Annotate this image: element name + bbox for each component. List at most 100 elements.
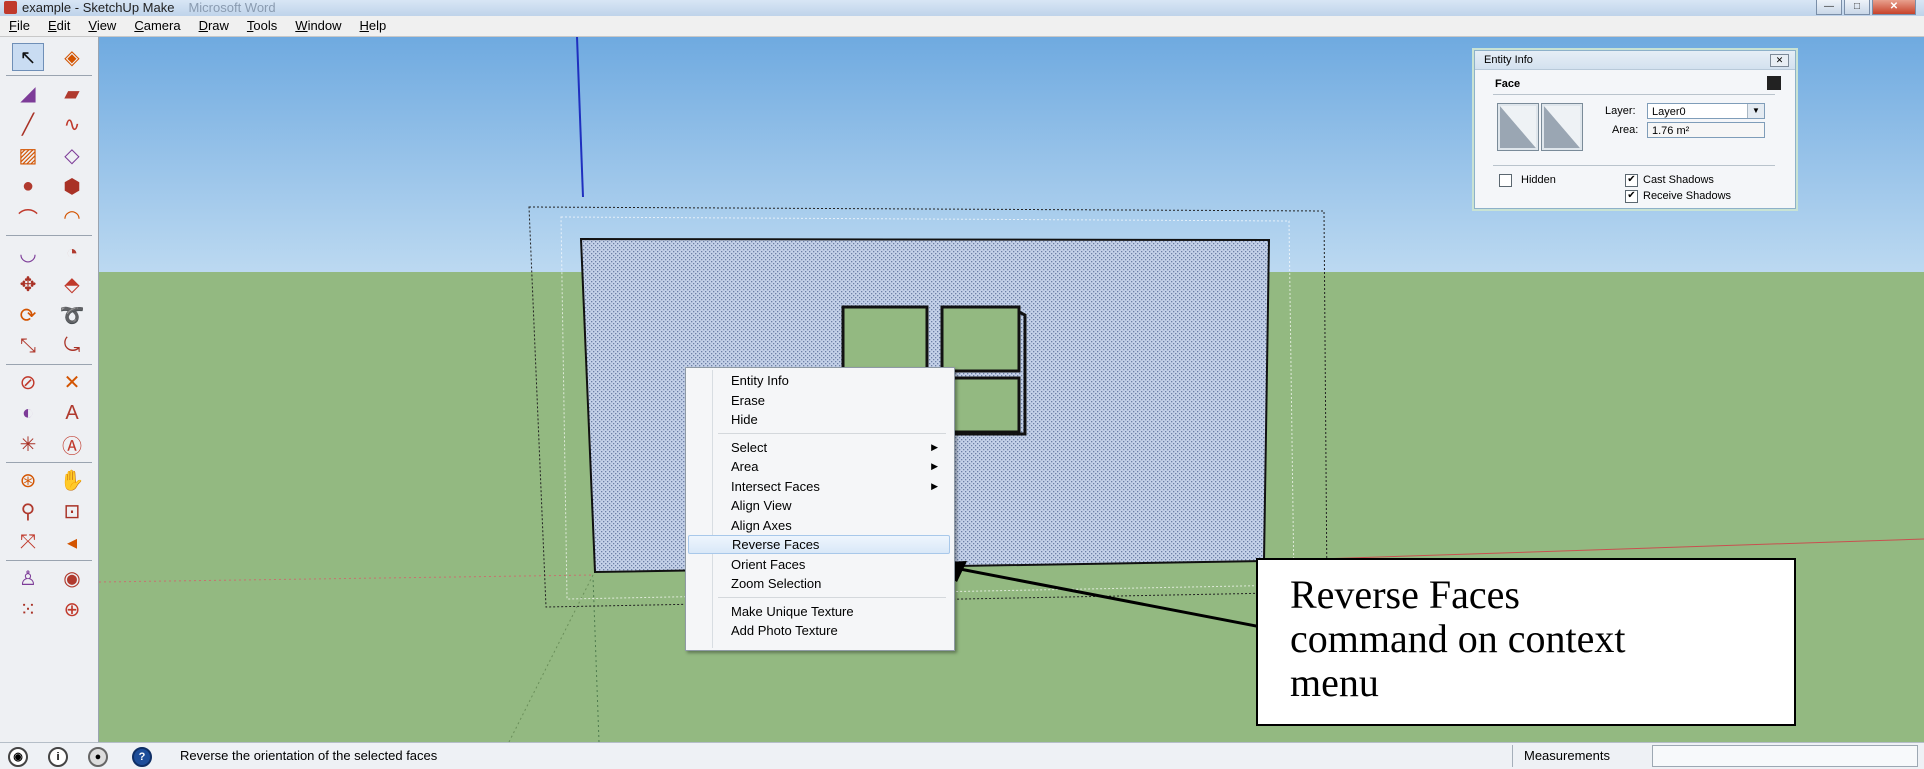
position-camera-tool[interactable]: ♙ xyxy=(12,564,44,592)
menu-edit[interactable]: Edit xyxy=(39,16,79,36)
menu-item-reverse-faces[interactable]: Reverse Faces xyxy=(688,535,950,554)
instructor-help-icon[interactable]: ? xyxy=(132,747,152,767)
menu-item-label: Area xyxy=(731,459,759,474)
rectangle-tool[interactable]: ▨ xyxy=(12,141,44,169)
hidden-checkbox[interactable] xyxy=(1499,174,1512,187)
menu-view[interactable]: View xyxy=(79,16,125,36)
eraser-tool[interactable]: ▰ xyxy=(56,79,88,107)
user-icon[interactable]: ● xyxy=(88,747,108,767)
protractor-tool[interactable]: ◐ xyxy=(12,399,44,427)
window-opening xyxy=(940,305,1021,373)
scale-icon: ⤡ xyxy=(20,334,36,357)
dimension-icon: ✕ xyxy=(63,371,81,394)
paint-bucket-tool[interactable]: ◢ xyxy=(12,79,44,107)
menu-camera[interactable]: Camera xyxy=(125,16,189,36)
follow-me-tool[interactable]: ➰ xyxy=(56,301,88,329)
menu-item-label: Select xyxy=(731,439,768,455)
menu-item-hide[interactable]: Hide xyxy=(688,410,950,429)
menu-item-align-view[interactable]: Align View xyxy=(688,496,950,515)
orbit-icon: ⊛ xyxy=(19,469,37,492)
rotated-rectangle-tool[interactable]: ◇ xyxy=(56,141,88,169)
previous-view-icon: ◂ xyxy=(66,531,78,554)
section-plane-tool[interactable]: ⊕ xyxy=(56,595,88,623)
select-tool[interactable]: ↖ xyxy=(12,43,44,71)
credits-icon[interactable]: i xyxy=(48,747,68,767)
menu-bar: File Edit View Camera Draw Tools Window Help xyxy=(0,16,1924,37)
arc-tool[interactable]: ⌒ xyxy=(12,203,44,231)
menu-item-entity-info[interactable]: Entity Info xyxy=(688,371,950,390)
menu-item-select[interactable]: Select ▶ xyxy=(688,438,950,457)
cast-shadows-label: Cast Shadows xyxy=(1643,174,1714,186)
hidden-label: Hidden xyxy=(1521,174,1556,186)
offset-tool[interactable]: ⤿ xyxy=(56,332,88,360)
pie-tool[interactable]: ◔ xyxy=(56,239,88,267)
polygon-tool[interactable]: ⬢ xyxy=(56,172,88,200)
freehand-tool[interactable]: ∿ xyxy=(56,110,88,138)
scale-tool[interactable]: ⤡ xyxy=(12,332,44,360)
zoom-window-tool[interactable]: ⊡ xyxy=(56,497,88,525)
push-pull-icon: ⬘ xyxy=(64,273,80,296)
arc-icon: ⌒ xyxy=(18,208,38,231)
measurements-input[interactable] xyxy=(1652,745,1918,767)
rectangle-icon: ▨ xyxy=(18,144,38,167)
toolbar-separator xyxy=(6,462,92,463)
back-material-swatch[interactable] xyxy=(1541,103,1583,151)
callout-line: Reverse Faces xyxy=(1290,572,1520,617)
menu-help[interactable]: Help xyxy=(351,16,396,36)
menu-window[interactable]: Window xyxy=(286,16,350,36)
area-label: Area: xyxy=(1612,124,1639,136)
window-title-extra: Microsoft Word xyxy=(188,0,276,15)
text-tool[interactable]: A xyxy=(56,399,88,427)
menu-item-erase[interactable]: Erase xyxy=(688,391,950,410)
text-icon: A xyxy=(65,401,79,424)
menu-draw[interactable]: Draw xyxy=(190,16,238,36)
zoom-extents-tool[interactable]: ⤧ xyxy=(12,528,44,556)
menu-tools[interactable]: Tools xyxy=(238,16,286,36)
3d-text-tool[interactable]: Ⓐ xyxy=(56,430,88,458)
front-material-swatch[interactable] xyxy=(1497,103,1539,151)
polygon-icon: ⬢ xyxy=(63,175,81,198)
follow-me-icon: ➰ xyxy=(59,304,85,327)
menu-item-add-photo-texture[interactable]: Add Photo Texture xyxy=(688,621,950,640)
make-component-tool[interactable]: ◈ xyxy=(56,43,88,71)
pin-icon[interactable] xyxy=(1767,76,1781,90)
dimension-tool[interactable]: ✕ xyxy=(56,368,88,396)
minimize-button[interactable]: — xyxy=(1816,0,1842,15)
maximize-button[interactable]: □ xyxy=(1844,0,1870,15)
close-button[interactable]: ✕ xyxy=(1872,0,1916,15)
menu-file[interactable]: File xyxy=(0,16,39,36)
status-text: Reverse the orientation of the selected … xyxy=(180,748,438,763)
menu-item-align-axes[interactable]: Align Axes xyxy=(688,516,950,535)
paint-bucket-icon: ◢ xyxy=(20,82,36,105)
move-tool[interactable]: ✥ xyxy=(12,270,44,298)
line-tool[interactable]: ╱ xyxy=(12,110,44,138)
walk-tool[interactable]: ⁙ xyxy=(12,595,44,623)
entity-info-close-button[interactable]: ✕ xyxy=(1770,54,1789,67)
push-pull-tool[interactable]: ⬘ xyxy=(56,270,88,298)
cast-shadows-checkbox[interactable]: ✔ xyxy=(1625,174,1638,187)
look-around-tool[interactable]: ◉ xyxy=(56,564,88,592)
layer-select[interactable]: Layer0 ▼ xyxy=(1647,103,1765,119)
toolbar-separator xyxy=(6,235,92,236)
sketchup-app-icon xyxy=(4,1,17,14)
menu-item-make-unique-texture[interactable]: Make Unique Texture xyxy=(688,602,950,621)
rotate-tool[interactable]: ⟳ xyxy=(12,301,44,329)
menu-item-intersect-faces[interactable]: Intersect Faces ▶ xyxy=(688,477,950,496)
zoom-tool[interactable]: ⚲ xyxy=(12,497,44,525)
three-point-arc-tool[interactable]: ◡ xyxy=(12,239,44,267)
receive-shadows-checkbox[interactable]: ✔ xyxy=(1625,190,1638,203)
geo-location-icon[interactable]: ◉ xyxy=(8,747,28,767)
axes-tool[interactable]: ✳ xyxy=(12,430,44,458)
pan-tool[interactable]: ✋ xyxy=(56,466,88,494)
tape-measure-tool[interactable]: ⊘ xyxy=(12,368,44,396)
menu-item-area[interactable]: Area ▶ xyxy=(688,457,950,476)
two-point-arc-tool[interactable]: ◠ xyxy=(56,203,88,231)
previous-view-tool[interactable]: ◂ xyxy=(56,528,88,556)
menu-item-orient-faces[interactable]: Orient Faces xyxy=(688,555,950,574)
circle-tool[interactable]: ● xyxy=(12,172,44,200)
entity-info-title: Entity Info xyxy=(1475,51,1795,70)
orbit-tool[interactable]: ⊛ xyxy=(12,466,44,494)
divider xyxy=(1512,745,1513,767)
menu-item-zoom-selection[interactable]: Zoom Selection xyxy=(688,574,950,593)
pan-icon: ✋ xyxy=(59,469,85,492)
